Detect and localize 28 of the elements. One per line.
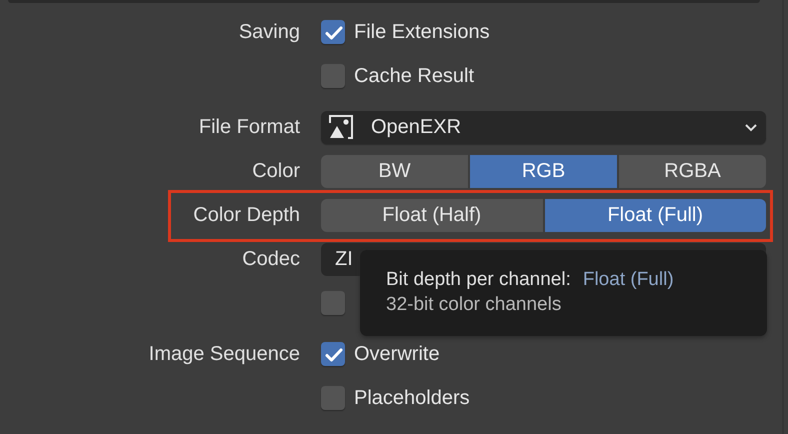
tooltip-title: Bit depth per channel: xyxy=(386,269,571,291)
checkbox-label[interactable]: Placeholders xyxy=(354,386,470,410)
checkbox[interactable] xyxy=(321,64,345,88)
field-value: ZI xyxy=(335,248,353,270)
option-button[interactable]: BW xyxy=(321,154,468,188)
option-button[interactable]: RGB xyxy=(470,154,617,188)
dropdown-value: OpenEXR xyxy=(371,116,462,138)
checkbox[interactable] xyxy=(321,342,345,366)
checkbox-label[interactable]: File Extensions xyxy=(354,20,490,44)
field-label: Image Sequence xyxy=(148,342,300,364)
image-icon xyxy=(329,115,353,139)
checkbox-label[interactable]: Overwrite xyxy=(354,342,440,366)
tooltip-value: Float (Full) xyxy=(582,269,674,291)
field-label: File Format xyxy=(198,116,300,138)
checkbox[interactable] xyxy=(321,20,345,44)
field-label: Saving xyxy=(238,20,300,42)
chevron-down-icon xyxy=(744,122,758,132)
option-button[interactable]: Float (Half) xyxy=(321,198,542,232)
checkbox-label[interactable]: Cache Result xyxy=(354,64,474,88)
option-button[interactable]: RGBA xyxy=(619,154,766,188)
field-label: Color Depth xyxy=(193,204,300,226)
format-dropdown[interactable]: OpenEXR xyxy=(321,110,766,144)
checkbox[interactable] xyxy=(321,386,345,410)
tooltip-description: 32-bit color channels xyxy=(386,294,562,316)
field-label: Codec xyxy=(242,248,300,270)
option-button[interactable]: Float (Full) xyxy=(544,198,766,232)
checkbox[interactable] xyxy=(321,291,345,315)
field-label: Color xyxy=(252,160,300,182)
